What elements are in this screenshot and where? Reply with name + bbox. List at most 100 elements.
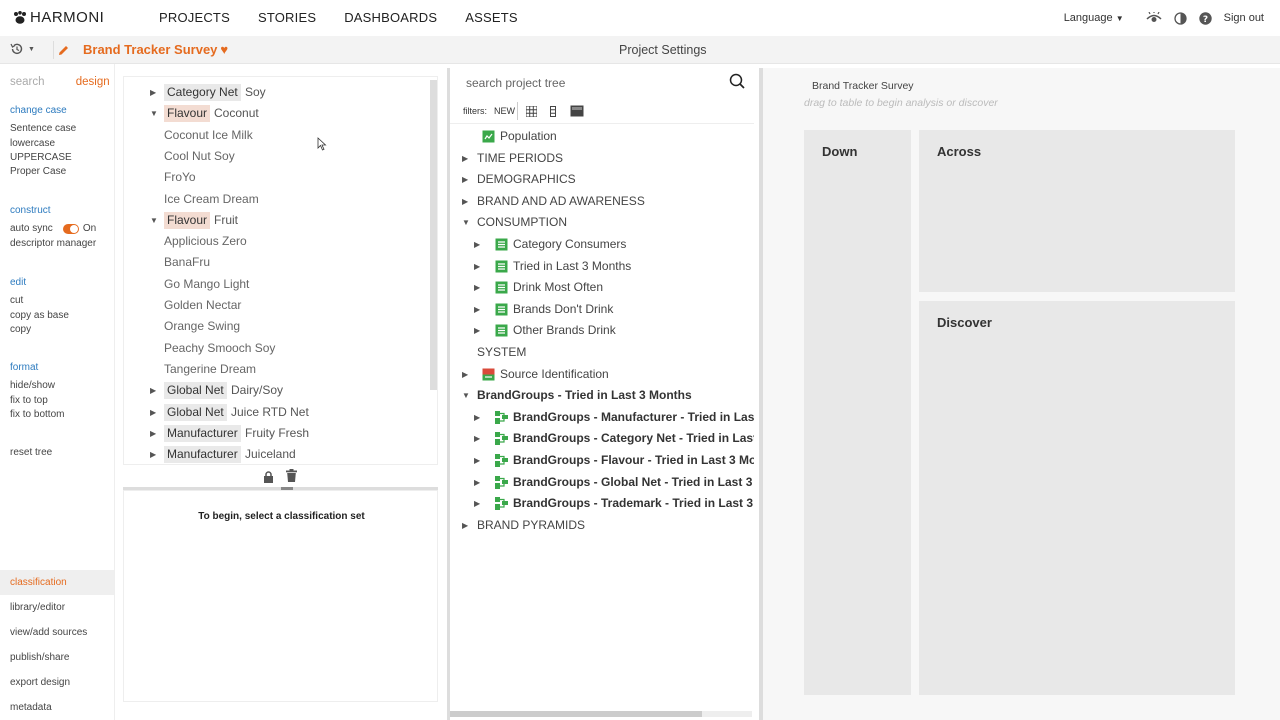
nav-publish-share[interactable]: publish/share bbox=[0, 645, 114, 670]
nav-projects[interactable]: PROJECTS bbox=[159, 0, 230, 36]
collapse-arrow-icon[interactable]: ▼ bbox=[462, 385, 470, 407]
column-filter-icon[interactable] bbox=[550, 106, 556, 117]
classification-group[interactable]: ▶ Global Net Dairy/Soy bbox=[124, 380, 429, 401]
classification-item[interactable]: Peachy Smooch Soy bbox=[124, 338, 429, 359]
nav-view-add-sources[interactable]: view/add sources bbox=[0, 620, 114, 645]
cut-option[interactable]: cut bbox=[10, 294, 69, 308]
expand-arrow-icon[interactable]: ▶ bbox=[462, 515, 468, 537]
classification-item[interactable]: Ice Cream Dream bbox=[124, 189, 429, 210]
fix-to-top-option[interactable]: fix to top bbox=[10, 394, 64, 408]
tree-node[interactable]: ▶ DEMOGRAPHICS bbox=[450, 169, 754, 191]
tree-node[interactable]: Population bbox=[450, 126, 754, 148]
expand-arrow-icon[interactable]: ▶ bbox=[150, 423, 156, 444]
sign-out-link[interactable]: Sign out bbox=[1224, 12, 1264, 24]
nav-stories[interactable]: STORIES bbox=[258, 0, 316, 36]
nav-classification[interactable]: classification bbox=[0, 570, 114, 595]
classification-item[interactable]: Go Mango Light bbox=[124, 274, 429, 295]
classification-item[interactable]: Applicious Zero bbox=[124, 231, 429, 252]
tree-node[interactable]: ▶ TIME PERIODS bbox=[450, 148, 754, 170]
tree-search-input[interactable]: search project tree bbox=[466, 76, 565, 90]
harmoni-logo[interactable]: HARMONI bbox=[13, 9, 104, 26]
expand-arrow-icon[interactable]: ▶ bbox=[474, 407, 480, 429]
tree-node[interactable]: ▶ Drink Most Often bbox=[450, 277, 754, 299]
expand-arrow-icon[interactable]: ▶ bbox=[462, 191, 468, 213]
expand-arrow-icon[interactable]: ▶ bbox=[474, 493, 480, 515]
expand-arrow-icon[interactable]: ▶ bbox=[474, 450, 480, 472]
classification-group[interactable]: ▶ Category Net Soy bbox=[124, 82, 429, 103]
lock-icon[interactable] bbox=[263, 471, 274, 483]
classification-group[interactable]: ▶ Global Net Juice RTD Net bbox=[124, 402, 429, 423]
descriptor-manager-link[interactable]: descriptor manager bbox=[10, 237, 96, 251]
contrast-icon[interactable] bbox=[1173, 11, 1187, 25]
classification-item[interactable]: BanaFru bbox=[124, 252, 429, 273]
down-dropzone[interactable]: Down bbox=[804, 130, 911, 695]
nav-assets[interactable]: ASSETS bbox=[465, 0, 518, 36]
across-dropzone[interactable]: Across bbox=[919, 130, 1235, 292]
expand-arrow-icon[interactable]: ▶ bbox=[462, 364, 468, 386]
classification-group[interactable]: ▶ Manufacturer Fruity Fresh bbox=[124, 423, 429, 444]
tree-node[interactable]: ▶ BRAND PYRAMIDS bbox=[450, 515, 754, 537]
expand-arrow-icon[interactable]: ▶ bbox=[150, 380, 156, 401]
tree-node[interactable]: ▶ BrandGroups - Category Net - Tried in L… bbox=[450, 428, 754, 450]
expand-arrow-icon[interactable]: ▶ bbox=[474, 299, 480, 321]
classification-item[interactable]: FroYo bbox=[124, 167, 429, 188]
eye-icon[interactable] bbox=[1146, 12, 1162, 24]
nav-library-editor[interactable]: library/editor bbox=[0, 595, 114, 620]
tree-node[interactable]: ▶ Other Brands Drink bbox=[450, 320, 754, 342]
grid-filter-icon[interactable] bbox=[526, 106, 537, 117]
collapse-arrow-icon[interactable]: ▼ bbox=[462, 212, 470, 234]
tree-node[interactable]: ▶ BrandGroups - Trademark - Tried in Last… bbox=[450, 493, 754, 515]
tree-node[interactable]: ▶ BrandGroups - Manufacturer - Tried in L… bbox=[450, 407, 754, 429]
filter-new-button[interactable]: NEW bbox=[494, 106, 515, 116]
discover-dropzone[interactable]: Discover bbox=[919, 301, 1235, 695]
classification-group[interactable]: ▼ Flavour Coconut bbox=[124, 103, 429, 124]
tree-node[interactable]: ▼ CONSUMPTION bbox=[450, 212, 754, 234]
tree-node[interactable]: ▶ BrandGroups - Global Net - Tried in Las… bbox=[450, 472, 754, 494]
classification-group[interactable]: ▶ Manufacturer Juiceland bbox=[124, 444, 429, 464]
history-dropdown[interactable]: ▼ bbox=[10, 42, 35, 56]
language-dropdown[interactable]: Language ▼ bbox=[1064, 12, 1124, 24]
hide-show-option[interactable]: hide/show bbox=[10, 379, 64, 393]
expand-arrow-icon[interactable]: ▶ bbox=[474, 320, 480, 342]
copy-as-base-option[interactable]: copy as base bbox=[10, 309, 69, 323]
nav-export-design[interactable]: export design bbox=[0, 670, 114, 695]
classification-item[interactable]: Tangerine Dream bbox=[124, 359, 429, 380]
classification-item[interactable]: Golden Nectar bbox=[124, 295, 429, 316]
uppercase-option[interactable]: UPPERCASE bbox=[10, 151, 76, 165]
tree-node[interactable]: ▶ Brands Don't Drink bbox=[450, 299, 754, 321]
edit-title-button[interactable] bbox=[53, 41, 73, 59]
tab-search[interactable]: search bbox=[10, 76, 45, 88]
nav-metadata[interactable]: metadata bbox=[0, 695, 114, 720]
tree-horizontal-scrollbar[interactable] bbox=[450, 711, 752, 717]
reset-tree-link[interactable]: reset tree bbox=[10, 446, 52, 460]
sentence-case-option[interactable]: Sentence case bbox=[10, 122, 76, 136]
collapse-arrow-icon[interactable]: ▼ bbox=[150, 210, 158, 231]
expand-arrow-icon[interactable]: ▶ bbox=[474, 256, 480, 278]
classification-group[interactable]: ▼ Flavour Fruit bbox=[124, 210, 429, 231]
collapse-arrow-icon[interactable]: ▼ bbox=[150, 103, 158, 124]
expand-arrow-icon[interactable]: ▶ bbox=[462, 169, 468, 191]
card-filter-icon[interactable] bbox=[570, 105, 584, 117]
tab-design[interactable]: design bbox=[76, 76, 110, 88]
expand-arrow-icon[interactable]: ▶ bbox=[474, 234, 480, 256]
expand-arrow-icon[interactable]: ▶ bbox=[474, 472, 480, 494]
trash-icon[interactable] bbox=[286, 469, 297, 482]
tree-node[interactable]: ▶ BRAND AND AD AWARENESS bbox=[450, 191, 754, 213]
copy-option[interactable]: copy bbox=[10, 323, 69, 337]
tree-node[interactable]: ▼ BrandGroups - Tried in Last 3 Months bbox=[450, 385, 754, 407]
fix-to-bottom-option[interactable]: fix to bottom bbox=[10, 408, 64, 422]
expand-arrow-icon[interactable]: ▶ bbox=[474, 428, 480, 450]
expand-arrow-icon[interactable]: ▶ bbox=[150, 402, 156, 423]
tree-node[interactable]: ▶ Tried in Last 3 Months bbox=[450, 256, 754, 278]
nav-dashboards[interactable]: DASHBOARDS bbox=[344, 0, 437, 36]
tree-node[interactable]: SYSTEM bbox=[450, 342, 754, 364]
help-icon[interactable]: ? bbox=[1198, 11, 1212, 25]
expand-arrow-icon[interactable]: ▶ bbox=[462, 148, 468, 170]
classification-item[interactable]: Coconut Ice Milk bbox=[124, 125, 429, 146]
search-icon[interactable] bbox=[729, 73, 745, 89]
lowercase-option[interactable]: lowercase bbox=[10, 137, 76, 151]
expand-arrow-icon[interactable]: ▶ bbox=[150, 82, 156, 103]
tree-node[interactable]: ▶ BrandGroups - Flavour - Tried in Last 3… bbox=[450, 450, 754, 472]
heart-icon[interactable]: ♥ bbox=[220, 42, 228, 57]
classification-scrollbar[interactable] bbox=[430, 80, 437, 390]
